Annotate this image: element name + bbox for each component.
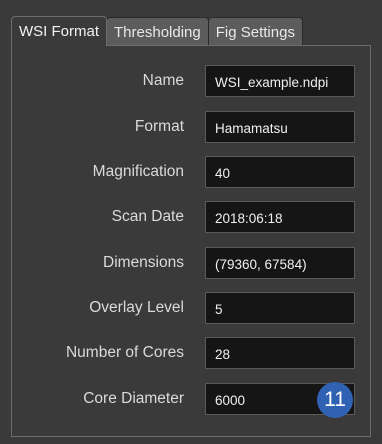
tab-bar: WSI Format Thresholding Fig Settings (11, 16, 303, 46)
scan-date-field[interactable]: 2018:06:18 (205, 201, 355, 233)
number-of-cores-label: Number of Cores (65, 344, 184, 361)
magnification-label: Magnification (92, 163, 184, 180)
tab-wsi-format[interactable]: WSI Format (11, 16, 108, 46)
overlay-level-field[interactable]: 5 (205, 292, 355, 324)
number-of-cores-row: Number of Cores 28 (12, 337, 370, 369)
name-field[interactable]: WSI_example.ndpi (205, 65, 355, 97)
wsi-format-panel: Name WSI_example.ndpi Format Hamamatsu M… (11, 45, 371, 437)
dimensions-row: Dimensions (79360, 67584) (12, 247, 370, 279)
dimensions-field[interactable]: (79360, 67584) (205, 247, 355, 279)
magnification-row: Magnification 40 (12, 156, 370, 188)
core-diameter-label: Core Diameter (83, 390, 184, 407)
magnification-field[interactable]: 40 (205, 156, 355, 188)
format-field[interactable]: Hamamatsu (205, 111, 355, 143)
scan-date-label: Scan Date (111, 208, 184, 225)
format-row: Format Hamamatsu (12, 111, 370, 143)
overlay-level-row: Overlay Level 5 (12, 292, 370, 324)
tab-fig-settings[interactable]: Fig Settings (207, 17, 303, 46)
number-of-cores-field[interactable]: 28 (205, 337, 355, 369)
name-row: Name WSI_example.ndpi (12, 65, 370, 97)
callout-number-badge: 11 (317, 382, 353, 418)
tab-thresholding[interactable]: Thresholding (106, 17, 209, 46)
name-label: Name (142, 72, 184, 89)
dimensions-label: Dimensions (103, 254, 184, 271)
overlay-level-label: Overlay Level (89, 299, 184, 316)
format-label: Format (134, 118, 184, 135)
scan-date-row: Scan Date 2018:06:18 (12, 201, 370, 233)
